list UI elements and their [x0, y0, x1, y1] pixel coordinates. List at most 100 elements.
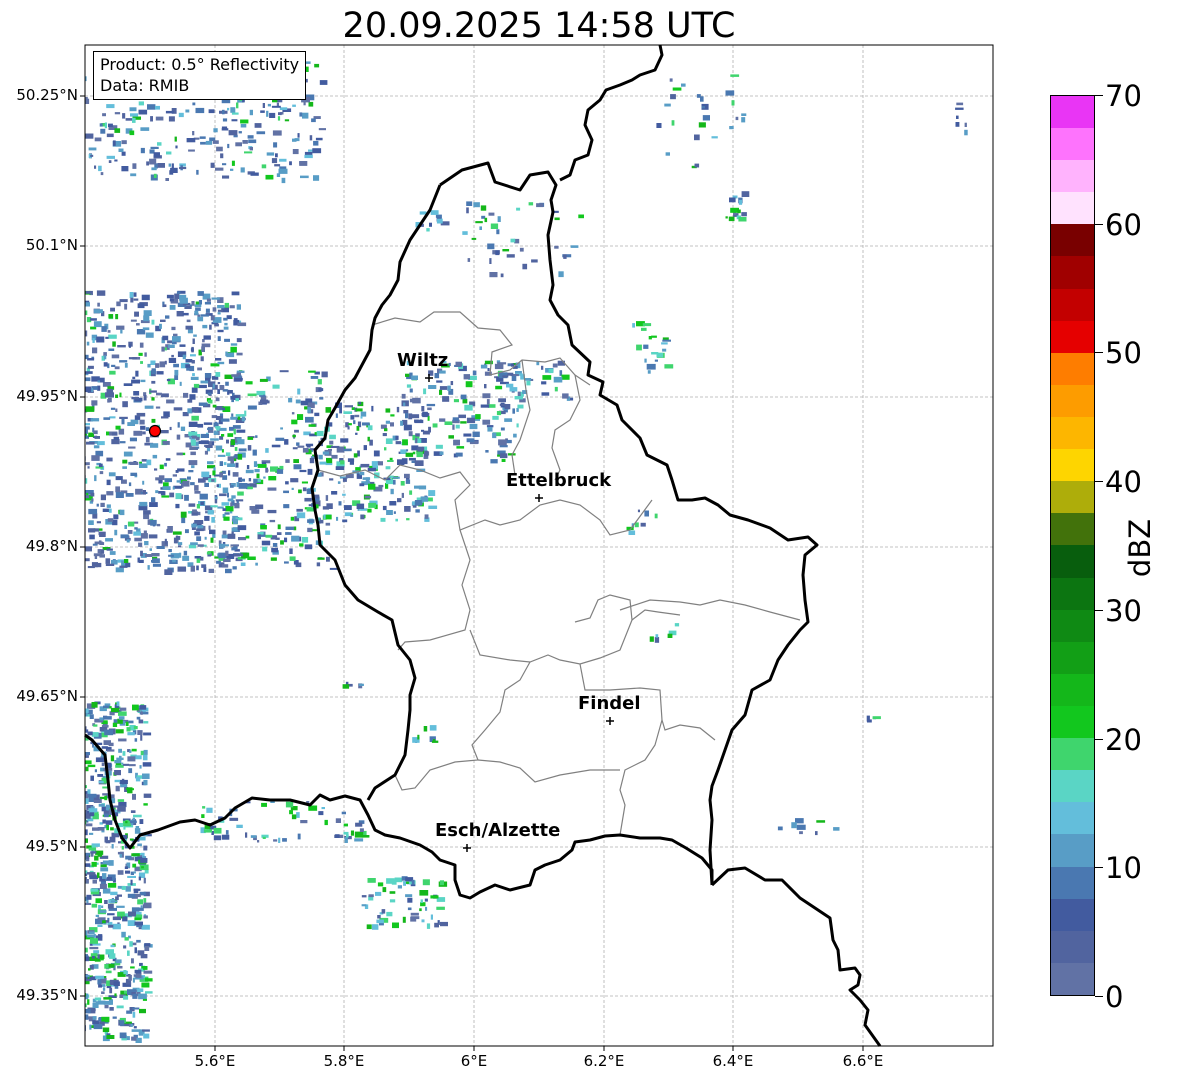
echo-cell [305, 78, 308, 83]
echo-cell [85, 838, 88, 843]
echo-cell [75, 949, 80, 951]
echo-cell [140, 954, 148, 959]
echo-cell [436, 218, 443, 224]
echo-cell [651, 335, 657, 338]
echo-cell [815, 831, 818, 836]
echo-cell [578, 214, 584, 219]
echo-cell [128, 720, 134, 724]
colorbar-tick [1095, 739, 1103, 740]
echo-cell [248, 478, 252, 482]
echo-cell [402, 916, 406, 923]
echo-cell [386, 911, 393, 917]
echo-cell [114, 529, 118, 536]
echo-cell [238, 537, 247, 541]
echo-cell [115, 476, 123, 481]
echo-cell [190, 354, 196, 357]
echo-cell [145, 332, 154, 338]
echo-cell [295, 399, 301, 404]
echo-cell [123, 995, 129, 1000]
echo-cell [156, 546, 165, 549]
echo-cell [139, 819, 144, 824]
echo-cell [132, 376, 136, 380]
colorbar-segment [1051, 449, 1094, 482]
echo-cell [390, 488, 394, 495]
echo-cell [272, 130, 282, 136]
echo-cell [185, 325, 193, 330]
echo-cell [200, 433, 209, 438]
echo-cell [282, 838, 287, 842]
echo-cell [198, 402, 208, 406]
echo-cell [267, 103, 271, 107]
echo-cell [133, 726, 138, 730]
echo-cell [94, 997, 102, 1001]
echo-cell [135, 489, 138, 494]
echo-cell [91, 455, 100, 461]
echo-cell [90, 418, 100, 422]
echo-cell [300, 175, 309, 179]
echo-cell [661, 342, 668, 345]
echo-cell [215, 167, 224, 171]
echo-cell [390, 422, 394, 427]
echo-cell [89, 832, 94, 835]
echo-cell [225, 351, 228, 357]
y-tick-label: 49.5°N [25, 837, 78, 855]
echo-cell [554, 245, 559, 249]
echo-cell [91, 845, 96, 848]
echo-cell [261, 164, 267, 169]
echo-cell [127, 920, 136, 926]
echo-cell [285, 801, 294, 808]
echo-cell [115, 567, 124, 573]
echo-cell [114, 760, 122, 764]
echo-cell [456, 446, 465, 449]
echo-cell [318, 128, 326, 131]
echo-cell [144, 946, 150, 951]
echo-cell [737, 209, 741, 214]
echo-cell [171, 326, 176, 331]
echo-cell [285, 459, 290, 463]
echo-cell [104, 900, 108, 904]
colorbar-tick-label: 70 [1105, 79, 1142, 113]
echo-cell [108, 397, 112, 403]
colorbar-segment [1051, 738, 1094, 771]
echo-cell [93, 553, 103, 557]
echo-cell [149, 548, 152, 551]
echo-cell [554, 386, 558, 392]
echo-cell [777, 826, 783, 831]
echo-cell [221, 834, 230, 840]
echo-cell [358, 683, 364, 686]
echo-cell [102, 888, 111, 894]
echo-cell [132, 163, 137, 169]
echo-cell [85, 829, 88, 836]
echo-cell [104, 836, 108, 843]
echo-cell [325, 495, 329, 501]
echo-cell [224, 338, 230, 342]
echo-cell [111, 364, 116, 367]
echo-cell [132, 793, 136, 800]
echo-cell [294, 429, 299, 433]
echo-cell [90, 318, 97, 321]
echo-cell [391, 879, 397, 885]
echo-cell [725, 216, 728, 219]
echo-cell [462, 398, 468, 404]
echo-cell [260, 399, 269, 404]
echo-cell [397, 885, 402, 889]
echo-cell [164, 462, 167, 467]
echo-cell [197, 291, 204, 296]
echo-cell [296, 512, 306, 519]
echo-cell [134, 921, 143, 926]
echo-cell [176, 434, 181, 440]
echo-cell [75, 979, 80, 982]
echo-cell [255, 504, 264, 510]
echo-cell [799, 831, 803, 835]
echo-cell [131, 1036, 137, 1041]
echo-cell [225, 568, 232, 574]
echo-cell [262, 103, 265, 108]
echo-cell [318, 388, 324, 392]
echo-cell [154, 468, 158, 471]
colorbar-tick [1095, 867, 1103, 868]
echo-cell [76, 1019, 79, 1024]
echo-cell [151, 319, 155, 325]
echo-cell [173, 363, 179, 368]
echo-cell [266, 469, 269, 472]
echo-cell [92, 543, 98, 546]
